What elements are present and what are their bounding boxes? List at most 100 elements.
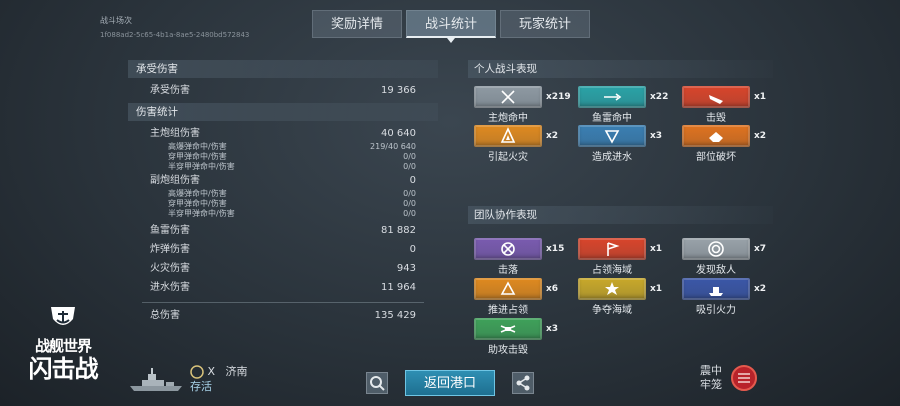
battle-id: 1f088ad2-5c65-4b1a-8ae5-2480bd572843	[100, 31, 250, 39]
broken-module-icon	[709, 132, 723, 142]
ribbon-bar	[682, 238, 750, 260]
ribbon-label: 占领海域	[592, 265, 632, 276]
ribbon-label: 部位破坏	[696, 152, 736, 163]
main-battery-row: 主炮组伤害 40 640	[128, 125, 438, 142]
tank-damage-icon	[709, 287, 723, 296]
sec-he-row: 高爆弹命中/伤害 0/0	[128, 189, 438, 199]
ship-status: 存活	[190, 380, 212, 393]
ribbon-label: 引起火灾	[488, 152, 528, 163]
ribbon-bar	[682, 125, 750, 147]
ribbon-team-1: 占领海域 x1	[578, 238, 662, 276]
logo-line-2: 闪击战	[28, 355, 99, 383]
team-header: 团队协作表现	[468, 206, 773, 224]
ribbon-bar	[474, 125, 542, 147]
game-logo: 战舰世界 闪击战	[18, 305, 108, 393]
ribbon-count: x2	[546, 131, 559, 141]
main-sap-row: 半穿甲弹命中/伤害 0/0	[128, 162, 438, 172]
cage-badge-icon	[731, 365, 757, 391]
ribbon-bar	[474, 278, 542, 300]
team-ribbons: 击落 x15 占领海域 x1 发现敌人 x7 推进占领 x6 争夺海域 x1 吸引火力 x2 助攻击毁 x…	[468, 224, 773, 356]
bomb-row: 炸弹伤害 0	[128, 241, 438, 258]
sinking-ship-icon	[709, 95, 723, 104]
personal-header: 个人战斗表现	[468, 60, 773, 78]
ribbon-team-2: 发现敌人 x7	[682, 238, 766, 276]
ribbon-count: x22	[650, 92, 669, 102]
defend-icon	[605, 282, 619, 295]
plane-shot-icon	[501, 242, 515, 256]
ribbons-panel: 个人战斗表现 主炮命中 x219 鱼雷命中 x22 击毁 x1 引起火灾 x2 造成进水 x3 部位…	[468, 60, 773, 356]
tab-rewards[interactable]: 奖励详情	[312, 10, 403, 38]
ribbon-personal-2: 击毁 x1	[682, 86, 766, 124]
main-he-value: 219/40 640	[370, 142, 416, 151]
sec-ap-value: 0/0	[403, 199, 416, 208]
ship-image	[128, 364, 184, 396]
assist-icon	[500, 325, 516, 333]
ribbon-bar	[474, 238, 542, 260]
personal-ribbons: 主炮命中 x219 鱼雷命中 x22 击毁 x1 引起火灾 x2 造成进水 x3 部位破坏 x2	[468, 78, 773, 206]
ribbon-count: x3	[650, 131, 663, 141]
ribbon-count: x219	[546, 92, 571, 102]
share-icon	[516, 375, 530, 391]
cage-line-1: 震中	[700, 364, 722, 377]
torpedo-label: 鱼雷伤害	[150, 225, 190, 236]
flood-icon	[604, 130, 620, 144]
damage-received-row: 承受伤害 19 366	[128, 82, 438, 99]
tab-player-stats[interactable]: 玩家统计	[500, 10, 591, 38]
ribbon-bar	[578, 125, 646, 147]
sec-sap-value: 0/0	[403, 209, 416, 218]
main-ap-value: 0/0	[403, 152, 416, 161]
flooding-row: 进水伤害 11 964	[128, 279, 438, 296]
tier-wreath-icon	[190, 365, 204, 379]
cage-label: 震中 牢笼	[700, 364, 722, 392]
share-button[interactable]	[512, 372, 534, 394]
search-icon	[370, 376, 385, 391]
flooding-value: 11 964	[381, 282, 416, 293]
ribbon-personal-0: 主炮命中 x219	[474, 86, 571, 124]
ribbon-personal-4: 造成进水 x3	[578, 125, 662, 163]
battle-id-block: 战斗场次 1f088ad2-5c65-4b1a-8ae5-2480bd57284…	[100, 14, 249, 42]
fire-value: 943	[396, 263, 416, 274]
ribbon-label: 主炮命中	[488, 113, 528, 124]
ribbon-team-3: 推进占领 x6	[474, 278, 558, 316]
bomb-value: 0	[409, 244, 416, 255]
ribbon-team-0: 击落 x15	[474, 238, 564, 276]
tab-battle-stats[interactable]: 战斗统计	[406, 10, 497, 43]
main-sap-value: 0/0	[403, 162, 416, 171]
ship-info: X 济南 存活	[190, 364, 248, 394]
sec-ap-label: 穿甲弹命中/伤害	[168, 199, 227, 208]
target-icon	[708, 241, 724, 257]
ribbon-count: x6	[546, 284, 559, 294]
sec-sap-row: 半穿甲弹命中/伤害 0/0	[128, 209, 438, 219]
torpedo-value: 81 882	[381, 225, 416, 236]
total-label: 总伤害	[150, 310, 180, 321]
tab-bar: 奖励详情 战斗统计 玩家统计	[312, 10, 591, 43]
damage-received-label: 承受伤害	[150, 85, 190, 96]
fire-row: 火灾伤害 943	[128, 260, 438, 277]
ribbon-bar	[682, 86, 750, 108]
ribbon-personal-5: 部位破坏 x2	[682, 125, 766, 163]
ribbon-label: 吸引火力	[696, 305, 736, 316]
ribbon-count: x3	[546, 324, 559, 334]
main-sap-label: 半穿甲弹命中/伤害	[168, 162, 235, 171]
search-button[interactable]	[366, 372, 388, 394]
ribbon-personal-3: 引起火灾 x2	[474, 125, 558, 163]
flag-icon	[607, 242, 620, 256]
main-ap-label: 穿甲弹命中/伤害	[168, 152, 227, 161]
cage-line-2: 牢笼	[700, 378, 722, 391]
battle-label: 战斗场次	[100, 16, 132, 25]
main-he-label: 高爆弹命中/伤害	[168, 142, 227, 151]
ship-name: 济南	[225, 365, 248, 378]
ribbon-label: 造成进水	[592, 152, 632, 163]
return-to-port-button[interactable]: 返回港口	[405, 370, 495, 396]
ribbon-label: 击落	[498, 265, 518, 276]
ribbon-count: x1	[650, 244, 663, 254]
ribbon-bar	[474, 318, 542, 340]
ship-tier: X	[207, 365, 216, 378]
sec-he-value: 0/0	[403, 189, 416, 198]
sec-ap-row: 穿甲弹命中/伤害 0/0	[128, 199, 438, 209]
logo-line-1: 战舰世界	[34, 337, 92, 355]
anchor-icon	[51, 307, 75, 325]
torpedo-row: 鱼雷伤害 81 882	[128, 222, 438, 239]
main-he-row: 高爆弹命中/伤害 219/40 640	[128, 142, 438, 152]
fire-icon	[500, 127, 516, 143]
